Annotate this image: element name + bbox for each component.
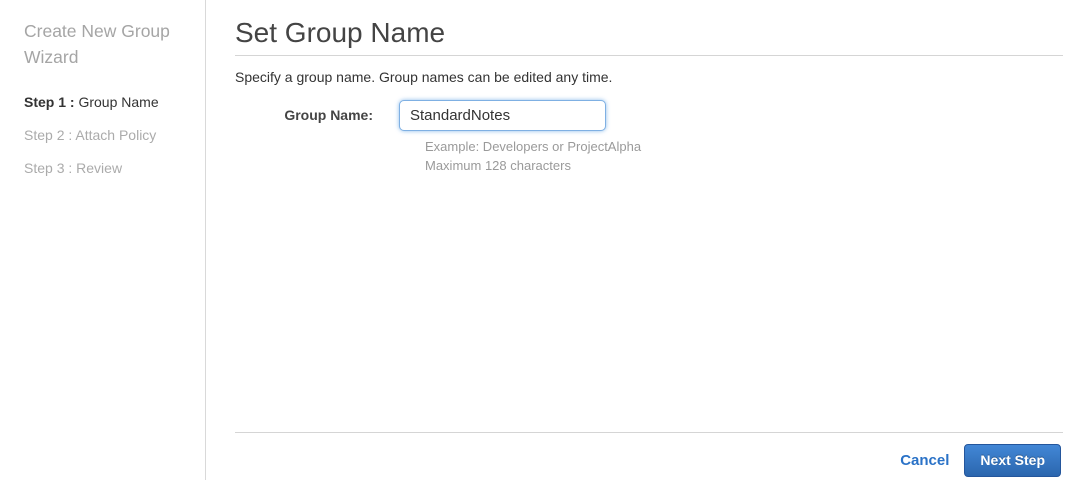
step-3-review: Step 3 : Review xyxy=(24,160,185,176)
wizard-footer: Cancel Next Step xyxy=(900,444,1061,477)
cancel-button[interactable]: Cancel xyxy=(900,452,949,469)
footer-divider xyxy=(235,432,1063,433)
step-1-label: Group Name xyxy=(74,94,159,110)
step-2-label: Attach Policy xyxy=(72,127,157,143)
input-hints: Example: Developers or ProjectAlpha Maxi… xyxy=(425,137,1063,175)
create-group-wizard-screen: Create New Group Wizard Step 1 : Group N… xyxy=(0,0,1073,480)
hint-example: Example: Developers or ProjectAlpha xyxy=(425,139,642,154)
step-2-prefix: Step 2 : xyxy=(24,127,73,143)
group-name-label: Group Name: xyxy=(284,107,373,123)
step-3-label: Review xyxy=(72,160,123,176)
group-name-form-row: Group Name: xyxy=(235,100,1063,131)
step-1-prefix: Step 1 : xyxy=(24,94,75,110)
group-name-input[interactable] xyxy=(399,100,606,131)
wizard-title: Create New Group Wizard xyxy=(24,21,170,67)
next-step-button[interactable]: Next Step xyxy=(964,444,1061,477)
step-1-group-name: Step 1 : Group Name xyxy=(24,94,185,110)
heading-divider xyxy=(235,55,1063,56)
page-description: Specify a group name. Group names can be… xyxy=(235,69,613,85)
wizard-sidebar: Create New Group Wizard Step 1 : Group N… xyxy=(0,0,206,480)
step-3-prefix: Step 3 : xyxy=(24,160,73,176)
wizard-main-panel: Set Group Name Specify a group name. Gro… xyxy=(235,0,1063,480)
hint-max-characters: Maximum 128 characters xyxy=(425,158,571,173)
page-title: Set Group Name xyxy=(235,17,446,48)
step-2-attach-policy: Step 2 : Attach Policy xyxy=(24,127,185,143)
